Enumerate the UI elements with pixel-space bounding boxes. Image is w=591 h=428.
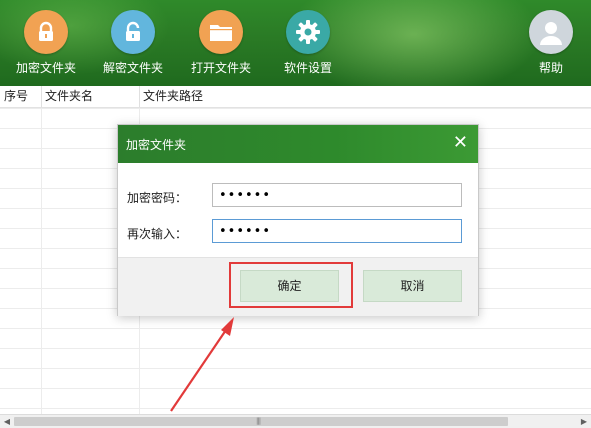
encrypt-folder-dialog: 加密文件夹 ✕ 加密密码： 再次输入： 确定 取消: [117, 124, 479, 316]
scroll-right-arrow-icon[interactable]: ▶: [577, 415, 591, 428]
scrollbar-thumb[interactable]: |||: [14, 417, 508, 426]
open-folder-label: 打开文件夹: [190, 61, 251, 75]
gear-icon: [286, 10, 330, 54]
folder-icon: [199, 10, 243, 54]
grid-line: [41, 108, 42, 414]
scroll-left-arrow-icon[interactable]: ◀: [0, 415, 14, 428]
help-label: 帮助: [538, 61, 563, 75]
lock-icon: [24, 10, 68, 54]
confirm-password-label: 再次输入：: [127, 227, 188, 241]
column-divider[interactable]: [41, 86, 42, 107]
grip-icon: |||: [256, 417, 261, 425]
column-header-index[interactable]: 序号: [4, 86, 28, 107]
settings-button[interactable]: 软件设置: [268, 10, 348, 75]
close-icon[interactable]: ✕: [453, 133, 468, 153]
column-divider[interactable]: [139, 86, 140, 107]
main-toolbar: 加密文件夹 解密文件夹 打开文件夹 软件设置 帮助: [0, 0, 591, 86]
password-label: 加密密码：: [127, 191, 188, 205]
help-button[interactable]: 帮助: [511, 10, 591, 75]
ok-button[interactable]: 确定: [240, 270, 339, 302]
open-folder-button[interactable]: 打开文件夹: [181, 10, 261, 75]
dialog-title: 加密文件夹: [126, 138, 187, 152]
encrypt-folder-label: 加密文件夹: [15, 61, 76, 75]
cancel-button[interactable]: 取消: [363, 270, 462, 302]
decrypt-folder-button[interactable]: 解密文件夹: [93, 10, 173, 75]
dialog-footer: 确定 取消: [118, 257, 478, 316]
confirm-password-field[interactable]: [212, 219, 462, 243]
user-icon: [529, 10, 573, 54]
encrypt-folder-button[interactable]: 加密文件夹: [6, 10, 86, 75]
column-header-folder-name[interactable]: 文件夹名: [45, 86, 93, 107]
settings-label: 软件设置: [283, 61, 332, 75]
horizontal-scrollbar[interactable]: ◀ ||| ▶: [0, 414, 591, 428]
dialog-title-bar[interactable]: 加密文件夹 ✕: [118, 125, 478, 163]
password-field[interactable]: [212, 183, 462, 207]
column-header-folder-path[interactable]: 文件夹路径: [143, 86, 203, 107]
unlock-icon: [111, 10, 155, 54]
decrypt-folder-label: 解密文件夹: [102, 61, 163, 75]
table-header: 序号 文件夹名 文件夹路径: [0, 86, 591, 108]
